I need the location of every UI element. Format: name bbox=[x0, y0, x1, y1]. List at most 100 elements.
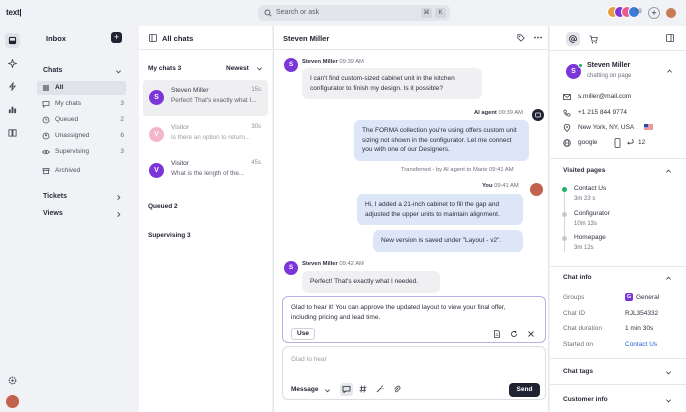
archive-icon bbox=[42, 168, 50, 175]
chevron-down-icon[interactable] bbox=[665, 369, 672, 376]
nav-item-unassigned[interactable]: Unassigned 6 bbox=[37, 129, 126, 143]
views-section-label[interactable]: Views bbox=[43, 210, 63, 217]
message-mode-dropdown[interactable]: Message bbox=[291, 386, 318, 393]
conversation-title: Steven Miller bbox=[283, 34, 330, 43]
chevron-up-icon[interactable] bbox=[666, 68, 673, 75]
chat-icon bbox=[42, 101, 50, 108]
supervising-group-label[interactable]: Supervising 3 bbox=[148, 232, 191, 239]
inbox-nav[interactable] bbox=[5, 33, 20, 48]
ai-nav[interactable] bbox=[5, 56, 20, 71]
chats-section-label[interactable]: Chats bbox=[43, 67, 62, 74]
visited-page-name[interactable]: Configurator bbox=[574, 210, 610, 217]
nav-item-label: All bbox=[55, 84, 64, 91]
chat-card-preview: Perfect! That's exactly what I... bbox=[171, 97, 257, 104]
nav-item-my-chats[interactable]: My chats 3 bbox=[37, 97, 126, 111]
message-input[interactable]: Glad to hear bbox=[291, 356, 327, 363]
magic-wand-icon[interactable] bbox=[376, 385, 384, 393]
close-icon[interactable] bbox=[527, 330, 535, 338]
contact-avatar: V bbox=[149, 127, 164, 142]
chevron-right-icon[interactable] bbox=[115, 194, 122, 201]
transfer-note: Transferred - by AI agent to Marie 09:41… bbox=[401, 167, 514, 173]
sender-name: You bbox=[482, 183, 493, 189]
user-avatar[interactable] bbox=[666, 8, 676, 18]
browser-source: google bbox=[578, 139, 598, 146]
chevron-down-icon[interactable] bbox=[115, 68, 122, 75]
contact-name: Steven Miller bbox=[587, 62, 631, 69]
device-icon bbox=[614, 138, 621, 148]
visited-page-duration: 10m 13s bbox=[574, 221, 598, 227]
settings-nav[interactable] bbox=[5, 373, 20, 388]
hashtag-icon[interactable] bbox=[359, 385, 367, 393]
contact-avatar: V bbox=[149, 163, 164, 178]
contact-tab[interactable] bbox=[566, 32, 580, 46]
sidebar-toggle-icon[interactable] bbox=[149, 34, 157, 42]
more-icon[interactable] bbox=[534, 36, 542, 39]
send-button[interactable]: Send bbox=[509, 383, 540, 397]
chevron-down-icon[interactable] bbox=[665, 397, 672, 404]
message-meta: Steven Miller 09:39 AM bbox=[302, 59, 364, 65]
nav-item-supervising[interactable]: Supervising 3 bbox=[37, 145, 126, 159]
reports-nav[interactable] bbox=[5, 102, 20, 117]
message-composer[interactable]: Glad to hear Message Send bbox=[282, 346, 546, 400]
ai-compose-button[interactable] bbox=[340, 383, 353, 396]
message-meta: You 09:41 AM bbox=[482, 183, 519, 189]
nav-item-archived[interactable]: Archived bbox=[37, 164, 126, 178]
chat-card[interactable]: S Steven Miller 15s Perfect! That's exac… bbox=[143, 80, 268, 116]
sort-dropdown[interactable]: Newest bbox=[226, 65, 249, 72]
chevron-down-icon[interactable] bbox=[324, 387, 331, 394]
user-avatar[interactable] bbox=[6, 395, 19, 408]
visited-page-name[interactable]: Homepage bbox=[574, 234, 606, 241]
use-suggestion-button[interactable]: Use bbox=[291, 328, 315, 340]
search-icon bbox=[264, 9, 272, 17]
customer-info-heading[interactable]: Customer info bbox=[563, 396, 608, 403]
tag-icon[interactable] bbox=[517, 34, 525, 42]
info-label: Chat duration bbox=[563, 325, 603, 332]
chevron-up-icon[interactable] bbox=[665, 168, 672, 175]
message-bubble: New version is saved under "Layout - v2"… bbox=[373, 230, 523, 252]
cart-icon[interactable] bbox=[589, 35, 598, 44]
add-button[interactable]: + bbox=[648, 7, 660, 19]
visited-page-duration: 3m 12s bbox=[574, 245, 594, 251]
chat-card-time: 15s bbox=[251, 87, 261, 93]
automation-nav[interactable] bbox=[5, 79, 20, 94]
chevron-up-icon[interactable] bbox=[665, 275, 672, 282]
chat-card-preview: Is there an option to return... bbox=[171, 134, 251, 141]
message-bubble: The FORMA collection you're using offers… bbox=[354, 120, 529, 161]
knowledge-nav[interactable] bbox=[5, 125, 20, 140]
started-on-link[interactable]: Contact Us bbox=[625, 341, 657, 348]
return-visits-icon bbox=[627, 139, 634, 145]
attachment-icon[interactable] bbox=[393, 385, 401, 393]
chat-tags-heading[interactable]: Chat tags bbox=[563, 368, 593, 375]
mail-icon bbox=[563, 94, 571, 100]
nav-item-all[interactable]: All bbox=[37, 81, 126, 95]
search-placeholder: Search or ask bbox=[276, 9, 320, 16]
sparkle-icon bbox=[8, 59, 17, 68]
refresh-icon[interactable] bbox=[510, 330, 518, 338]
new-chat-button[interactable]: + bbox=[111, 32, 122, 43]
chat-list-header: All chats bbox=[139, 26, 272, 50]
app-logo: text| bbox=[6, 8, 22, 17]
conversation-header: Steven Miller bbox=[274, 26, 550, 50]
nav-item-queued[interactable]: Queued 2 bbox=[37, 113, 126, 127]
panel-toggle-icon[interactable] bbox=[666, 34, 674, 42]
chat-card[interactable]: V Visitor 30s Is there an option to retu… bbox=[143, 117, 268, 153]
visited-page-name[interactable]: Contact Us bbox=[574, 185, 606, 192]
chart-icon bbox=[8, 106, 17, 114]
chat-info-heading[interactable]: Chat info bbox=[563, 274, 592, 281]
search-bar[interactable]: Search or ask ⌘ K bbox=[258, 5, 450, 21]
online-count: 99 bbox=[635, 9, 642, 15]
queued-group-label[interactable]: Queued 2 bbox=[148, 203, 178, 210]
chevron-right-icon[interactable] bbox=[115, 211, 122, 218]
list-icon bbox=[43, 85, 49, 91]
divider bbox=[550, 50, 686, 51]
nav-item-label: Unassigned bbox=[55, 132, 90, 139]
visited-pages-heading[interactable]: Visited pages bbox=[563, 167, 605, 174]
info-value: General bbox=[636, 294, 660, 301]
settings-icon bbox=[8, 376, 17, 385]
my-chats-group-label[interactable]: My chats 3 bbox=[148, 65, 181, 72]
tickets-section-label[interactable]: Tickets bbox=[43, 193, 67, 200]
top-bar: text| Search or ask ⌘ K 99 + bbox=[0, 0, 686, 26]
document-icon[interactable] bbox=[493, 330, 501, 338]
chevron-down-icon[interactable] bbox=[256, 65, 263, 72]
chat-card[interactable]: V Visitor 45s What is the length of the.… bbox=[143, 153, 268, 189]
